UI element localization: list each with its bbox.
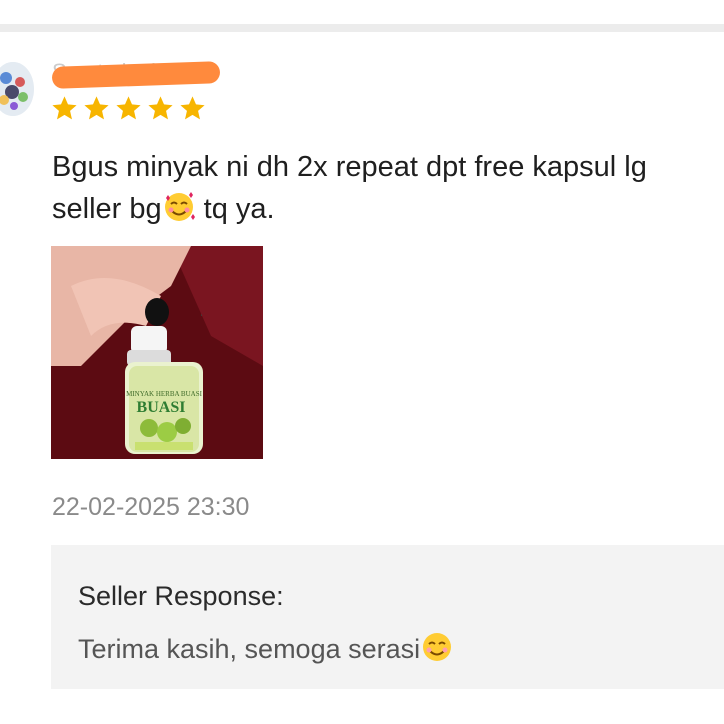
review-line-1: Bgus minyak ni dh 2x repeat dpt free kap… bbox=[52, 151, 647, 183]
review-line-2-a: seller bg bbox=[52, 193, 162, 225]
review-timestamp: 22-02-2025 23:30 bbox=[52, 493, 250, 521]
star-icon bbox=[180, 96, 205, 120]
username-redaction bbox=[51, 61, 221, 89]
review-text: Bgus minyak ni dh 2x repeat dpt free kap… bbox=[52, 146, 717, 236]
photo-label-big: BUASI bbox=[137, 399, 186, 416]
star-icon bbox=[148, 96, 173, 120]
seller-response-title: Seller Response: bbox=[78, 581, 284, 611]
star-icon bbox=[84, 96, 109, 120]
reviewer-name: S.....t...k.ah bbox=[51, 58, 222, 90]
review-line-2: seller bg tq ya. bbox=[52, 188, 717, 236]
avatar[interactable] bbox=[0, 62, 34, 116]
star-icon bbox=[116, 96, 141, 120]
seller-response-box: Seller Response: Terima kasih, semoga se… bbox=[51, 545, 724, 689]
review-photo[interactable]: MINYAK HERBA BUASI BUASI bbox=[51, 246, 263, 459]
top-strip bbox=[0, 0, 724, 22]
smiling-face-icon bbox=[420, 630, 454, 672]
section-divider bbox=[0, 24, 724, 32]
smiling-face-with-hearts-icon bbox=[162, 190, 196, 236]
seller-response-text: Terima kasih, semoga serasi bbox=[78, 630, 454, 672]
review-line-2-b: tq ya. bbox=[195, 193, 275, 225]
star-icon bbox=[52, 96, 77, 120]
seller-response-reply: Terima kasih, semoga serasi bbox=[78, 634, 421, 664]
photo-label-small: MINYAK HERBA BUASI bbox=[126, 390, 203, 398]
rating-stars bbox=[50, 94, 207, 123]
